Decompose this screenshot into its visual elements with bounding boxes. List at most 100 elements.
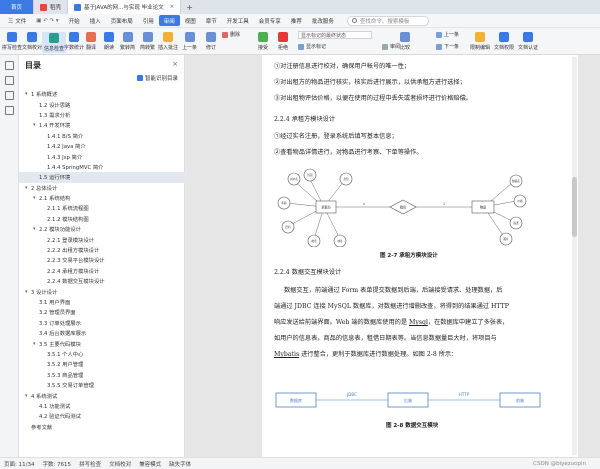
toc-item[interactable]: 1.4.1 B/S 简介 bbox=[19, 131, 185, 141]
toc-panel-icon[interactable] bbox=[4, 61, 14, 70]
toc-item[interactable]: 3.5.5 交易订单管理 bbox=[19, 380, 185, 390]
doc-line: ①经过实名注册，登录系统后填写基本信息； bbox=[274, 133, 398, 140]
toc-item[interactable]: 1.5 运行环境 bbox=[19, 172, 185, 183]
next-change-button[interactable]: 下一条 bbox=[436, 43, 459, 50]
review-pane-button[interactable]: 审阅 bbox=[382, 43, 400, 50]
ribbon-button[interactable]: 限制编辑 bbox=[470, 32, 490, 51]
ribbon-button-icon bbox=[258, 32, 268, 42]
prev-change-button[interactable]: 上一条 bbox=[436, 31, 459, 38]
bookmark-icon[interactable] bbox=[4, 91, 14, 100]
toc-item[interactable]: 1.4.3 Jsp 简介 bbox=[19, 151, 185, 161]
ribbon-button[interactable]: 比较 bbox=[400, 32, 410, 51]
toc-item[interactable]: 1.3 需求分析 bbox=[19, 110, 185, 120]
toc-item[interactable]: ▾ 2 总体设计 bbox=[19, 183, 185, 193]
menu-item[interactable]: 开发工具 bbox=[222, 15, 254, 26]
menu-item[interactable]: 引用 bbox=[138, 15, 159, 26]
toc-item[interactable]: 3.3 订单处理展示 bbox=[19, 318, 185, 328]
toc-item[interactable]: 4.2 验证代码测试 bbox=[19, 411, 185, 421]
word-count[interactable]: 字数: 7615 bbox=[42, 460, 71, 468]
word-doc-icon bbox=[74, 3, 82, 11]
ribbon-button[interactable]: 修订 bbox=[206, 32, 216, 51]
toc-item[interactable]: 2.2.4 数据交互模块设计 bbox=[19, 276, 185, 286]
ribbon-button-label: 信息检查 bbox=[44, 46, 65, 52]
tab-home[interactable]: 首页 bbox=[0, 0, 34, 14]
page-indicator[interactable]: 页面: 11/34 bbox=[4, 460, 34, 468]
ribbon-button[interactable]: 文档权限 bbox=[494, 32, 514, 51]
ribbon-button[interactable]: 上一条 bbox=[182, 32, 197, 51]
doc-proof-button[interactable]: 文档校对 bbox=[109, 460, 131, 468]
toc-item[interactable]: ▾ 1.4 开发环境 bbox=[19, 120, 185, 130]
menu-item[interactable]: 审阅 bbox=[158, 15, 180, 26]
toc-item[interactable]: 2.1.2 模块结构图 bbox=[19, 214, 185, 224]
ribbon-button[interactable]: 文档校对 bbox=[22, 32, 42, 51]
toc-item-label: 3.2 管理员界面 bbox=[39, 310, 76, 317]
toc-item[interactable]: 3.1 用户界面 bbox=[19, 297, 185, 307]
tab-document[interactable]: 基于JAVA的网...与实现 毕业论文 × bbox=[68, 0, 182, 14]
toc-item-label: 1.4.4 SpringMVC 简介 bbox=[47, 164, 104, 171]
new-tab-icon[interactable]: + bbox=[181, 0, 198, 14]
toc-item[interactable]: 3.5.2 用户管理 bbox=[19, 359, 185, 369]
menu-item[interactable]: 章节 bbox=[201, 15, 222, 26]
toc-item[interactable]: 4.1 功能测试 bbox=[19, 401, 185, 411]
document-page[interactable]: ①对注册信息进行校对，确保用户帐号的唯一性； ②对出租方的物品进行核实，核实后进… bbox=[262, 55, 578, 457]
menu-item[interactable]: 批改服务 bbox=[307, 15, 339, 26]
toc-item[interactable]: 2.2.4 承租方模块设计 bbox=[19, 266, 185, 276]
menu-item[interactable]: 视图 bbox=[180, 15, 201, 26]
docer-icon bbox=[40, 3, 47, 11]
toc-item[interactable]: 2.1.1 系统流程图 bbox=[19, 203, 185, 213]
spell-check-toggle[interactable]: 拼写检查 bbox=[79, 460, 101, 468]
toc-item[interactable]: 2.2.1 登录模块设计 bbox=[19, 234, 185, 244]
toc-item[interactable]: ▾ 4 系统测试 bbox=[19, 390, 185, 400]
toc-item[interactable]: 参考文献 bbox=[19, 422, 185, 432]
toc-item[interactable]: 1.2 设计思路 bbox=[19, 99, 185, 109]
scroll-thumb[interactable] bbox=[572, 177, 577, 237]
missing-font-warning[interactable]: 缺失字体 bbox=[169, 460, 191, 468]
chapter-nav-icon[interactable] bbox=[4, 76, 14, 85]
ribbon-button[interactable]: 朗读 bbox=[104, 32, 114, 51]
menu-item[interactable]: 页面布局 bbox=[106, 15, 138, 26]
toc-item[interactable]: 3.4 后台数据库展示 bbox=[19, 328, 185, 338]
toc-item[interactable]: 3.5.3 商品管理 bbox=[19, 370, 185, 380]
ribbon-button[interactable]: 接受 bbox=[258, 32, 268, 51]
toc-item-label: 2.2.1 登录模块设计 bbox=[47, 237, 94, 244]
ribbon-button[interactable]: 繁转简 bbox=[120, 32, 135, 51]
toc-item[interactable]: 1.4.2 Java 简介 bbox=[19, 141, 185, 151]
toc-item[interactable]: ▾ 2.2 模块功能设计 bbox=[19, 224, 185, 234]
ribbon-button[interactable]: 信息检查 bbox=[42, 32, 67, 53]
command-search[interactable]: 查找命令、搜索模板 bbox=[346, 15, 429, 26]
close-icon[interactable]: × bbox=[172, 60, 178, 68]
ribbon-button[interactable]: 插入批注 bbox=[158, 32, 178, 51]
vertical-scrollbar[interactable] bbox=[572, 57, 577, 455]
toc-item[interactable]: ▾ 1 系统概述 bbox=[19, 89, 185, 99]
ribbon-button[interactable]: 翻译 bbox=[86, 32, 96, 51]
ribbon-button[interactable]: 拒绝 bbox=[278, 32, 288, 51]
smart-toc-button[interactable]: 智能识别目录 bbox=[136, 74, 178, 82]
toc-item[interactable]: 2.2.3 交易平台模块设计 bbox=[19, 255, 185, 265]
toc-item[interactable]: 1.4.4 SpringMVC 简介 bbox=[19, 162, 185, 172]
toc-item[interactable]: 3.2 管理员界面 bbox=[19, 307, 185, 317]
tab-docer[interactable]: 稻壳 bbox=[34, 0, 69, 14]
compat-mode: 兼容模式 bbox=[139, 461, 162, 468]
menu-item[interactable]: 会员专享 bbox=[254, 15, 286, 26]
show-markup-button[interactable]: 显示标记 bbox=[298, 43, 326, 50]
menu-item[interactable]: 插入 bbox=[85, 15, 106, 26]
ribbon-button[interactable]: 字数统计 bbox=[64, 32, 84, 51]
ribbon-button-icon bbox=[184, 32, 195, 42]
svg-text:n: n bbox=[363, 202, 365, 206]
close-tab-icon[interactable]: × bbox=[170, 4, 175, 10]
toc-item[interactable]: ▾ 3 设计设计 bbox=[19, 286, 185, 296]
menu-quick-tools[interactable]: ▣ ↶ ↷ ▾ bbox=[31, 15, 63, 26]
ribbon-button[interactable]: 拼写检查 bbox=[2, 32, 22, 51]
toc-item[interactable]: ▾ 3.5 主要代码模块 bbox=[19, 338, 185, 348]
toc-item[interactable]: ▾ 2.1 系统结构 bbox=[19, 193, 185, 203]
ribbon-button[interactable]: 文档认证 bbox=[518, 32, 538, 51]
ribbon-button[interactable]: 简转繁 bbox=[140, 32, 155, 51]
menu-item[interactable]: 推荐 bbox=[286, 15, 307, 26]
toc-item[interactable]: 2.2.2 出租方模块设计 bbox=[19, 245, 185, 255]
menu-item[interactable]: 开始 bbox=[64, 15, 85, 26]
search-doc-icon[interactable] bbox=[4, 106, 14, 115]
toc-item[interactable]: 3.5.1 个人中心 bbox=[19, 349, 185, 359]
delete-comment-button[interactable]: 删除 bbox=[222, 31, 240, 38]
markup-display-select[interactable]: 显示标记的最终状态 bbox=[298, 31, 372, 39]
menu-file[interactable]: 三 文件 bbox=[3, 15, 31, 26]
